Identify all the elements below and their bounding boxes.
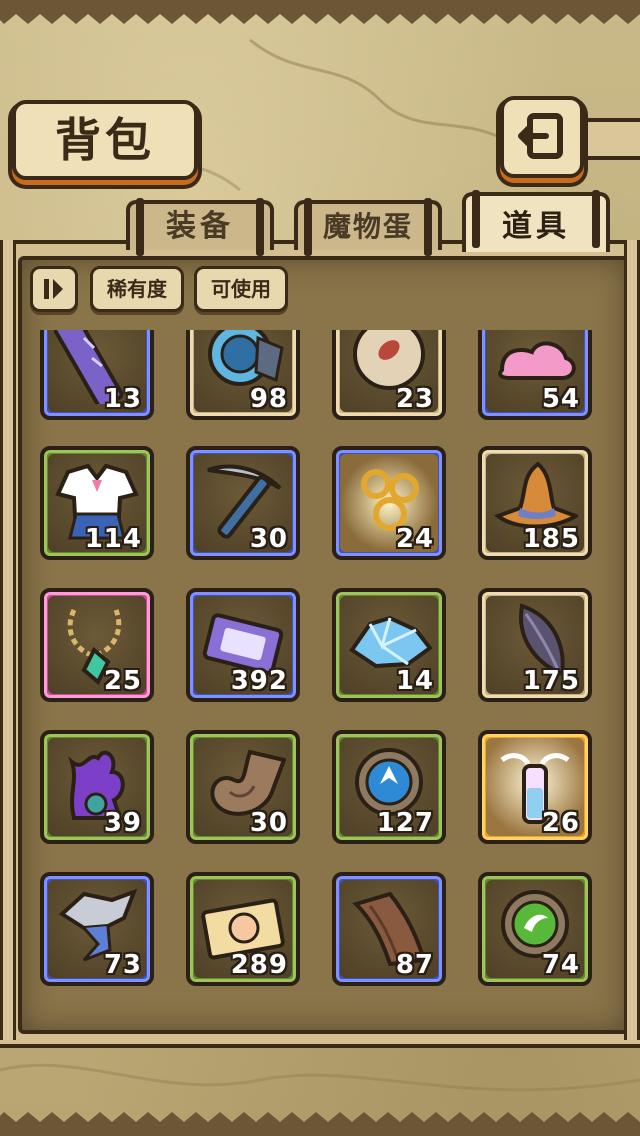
item-count: 185 xyxy=(522,524,580,554)
item-slot[interactable]: 39 xyxy=(40,730,154,844)
item-slot[interactable]: 30 xyxy=(186,446,300,560)
title-plate: 背包 xyxy=(12,100,198,180)
item-count: 13 xyxy=(103,384,142,414)
usable-filter-label: 可使用 xyxy=(211,277,271,301)
item-count: 54 xyxy=(541,384,580,414)
sort-toggle-icon xyxy=(44,279,63,299)
back-rail xyxy=(580,118,640,160)
item-slot[interactable]: 30 xyxy=(186,730,300,844)
tab-equipment[interactable]: 装备 xyxy=(126,198,274,256)
item-slot[interactable]: 23 xyxy=(332,330,446,420)
item-count: 24 xyxy=(395,524,434,554)
item-slot[interactable]: 13 xyxy=(40,330,154,420)
item-count: 73 xyxy=(103,950,142,980)
item-count: 39 xyxy=(103,808,142,838)
item-slot[interactable]: 73 xyxy=(40,872,154,986)
return-arrow-icon xyxy=(518,113,563,159)
rarity-filter-label: 稀有度 xyxy=(107,277,167,301)
frame-post-right xyxy=(624,240,640,1040)
item-slot[interactable]: 127 xyxy=(332,730,446,844)
item-slot[interactable]: 185 xyxy=(478,446,592,560)
item-count: 14 xyxy=(395,666,434,696)
item-slot[interactable]: 14 xyxy=(332,588,446,702)
usable-filter-button[interactable]: 可使用 xyxy=(194,266,288,312)
item-count: 392 xyxy=(230,666,288,696)
item-count: 25 xyxy=(103,666,142,696)
item-count: 30 xyxy=(249,524,288,554)
sort-order-button[interactable] xyxy=(30,266,78,312)
item-slot[interactable]: 87 xyxy=(332,872,446,986)
item-grid[interactable]: 13 98 23 54 114 30 24 185 25 392 14 175 … xyxy=(30,330,610,1010)
item-count: 26 xyxy=(541,808,580,838)
tab-monster-egg[interactable]: 魔物蛋 xyxy=(294,198,442,256)
item-slot[interactable]: 54 xyxy=(478,330,592,420)
item-count: 74 xyxy=(541,950,580,980)
rarity-filter-button[interactable]: 稀有度 xyxy=(90,266,184,312)
item-slot[interactable]: 74 xyxy=(478,872,592,986)
item-count: 114 xyxy=(84,524,142,554)
tab-monster-egg-label: 魔物蛋 xyxy=(322,210,413,243)
tab-equipment-label: 装备 xyxy=(166,209,234,244)
back-button[interactable] xyxy=(500,96,584,178)
item-slot[interactable]: 175 xyxy=(478,588,592,702)
tab-items-label: 道具 xyxy=(502,209,570,244)
item-slot[interactable]: 25 xyxy=(40,588,154,702)
item-slot[interactable]: 114 xyxy=(40,446,154,560)
item-slot[interactable]: 26 xyxy=(478,730,592,844)
item-slot[interactable]: 98 xyxy=(186,330,300,420)
item-slot[interactable]: 289 xyxy=(186,872,300,986)
tab-items[interactable]: 道具 xyxy=(462,190,610,252)
item-count: 87 xyxy=(395,950,434,980)
item-count: 30 xyxy=(249,808,288,838)
frame-post-left xyxy=(0,240,16,1040)
item-count: 23 xyxy=(395,384,434,414)
item-count: 98 xyxy=(249,384,288,414)
bottom-border xyxy=(0,1112,640,1136)
item-count: 289 xyxy=(230,950,288,980)
item-slot[interactable]: 392 xyxy=(186,588,300,702)
page-title: 背包 xyxy=(55,113,155,167)
item-count: 127 xyxy=(376,808,434,838)
item-slot[interactable]: 24 xyxy=(332,446,446,560)
item-count: 175 xyxy=(522,666,580,696)
